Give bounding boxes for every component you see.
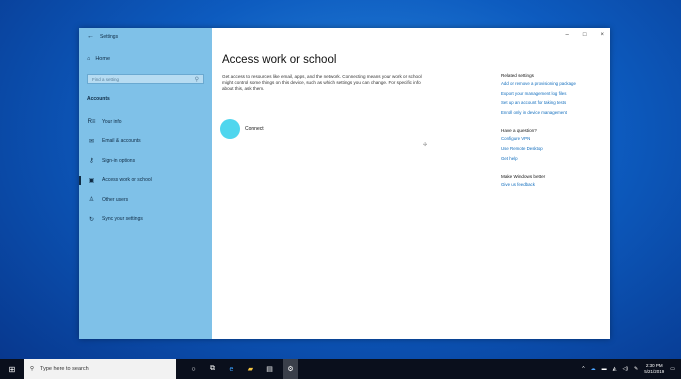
maximize-button[interactable]: □ xyxy=(583,32,587,38)
sidebar-item-other-users[interactable]: ♙ Other users xyxy=(79,190,212,210)
task-view-icon[interactable]: ⧉ xyxy=(207,364,218,375)
pen-icon[interactable]: ✎ xyxy=(634,366,638,372)
sidebar-item-your-info[interactable]: R≡ Your info xyxy=(79,112,212,132)
window-controls: – □ × xyxy=(566,32,604,38)
back-arrow-icon[interactable]: ← xyxy=(87,33,94,40)
settings-gear-icon[interactable]: ⚙ xyxy=(283,359,298,379)
connect-label: Connect xyxy=(245,126,264,132)
link-get-help[interactable]: Get help xyxy=(501,156,606,162)
taskbar-apps: ○ ⧉ e ▰ ▤ ⚙ xyxy=(188,359,298,379)
sync-icon: ↻ xyxy=(88,216,95,223)
link-feedback[interactable]: Give us feedback xyxy=(501,182,606,188)
windows-start-icon[interactable]: ⊞ xyxy=(0,365,24,374)
related-heading: Related settings xyxy=(501,73,534,78)
home-label: Home xyxy=(95,56,110,62)
chevron-up-icon[interactable]: ^ xyxy=(582,366,584,372)
person-card-icon: R≡ xyxy=(87,118,96,125)
page-description: Get access to resources like email, apps… xyxy=(222,74,422,91)
key-icon: ⚷ xyxy=(89,158,94,165)
search-icon: ⚲ xyxy=(30,366,35,372)
sidebar-item-sync-settings[interactable]: ↻ Sync your settings xyxy=(79,210,212,230)
sidebar-item-label: Sign-in options xyxy=(102,157,136,164)
window-title: Settings xyxy=(100,33,119,40)
settings-window: ← Settings ⌂ Home Find a setting ⚲ Accou… xyxy=(79,28,610,339)
link-export-logs[interactable]: Export your management log files xyxy=(501,91,606,97)
battery-icon[interactable]: ▬ xyxy=(602,366,607,372)
volume-icon[interactable]: ◁) xyxy=(623,366,629,372)
clock[interactable]: 2:30 PM 5/21/2019 xyxy=(644,363,664,375)
mouse-cursor-icon: ✢ xyxy=(423,142,428,148)
taskbar-search-placeholder: Type here to search xyxy=(40,366,89,372)
clock-time: 2:30 PM xyxy=(645,363,663,368)
taskbar-search[interactable]: ⚲ Type here to search xyxy=(24,359,176,379)
link-enroll-device[interactable]: Enroll only in device management xyxy=(501,110,606,116)
mail-icon: ✉ xyxy=(88,138,95,145)
question-heading: Have a question? xyxy=(501,128,537,134)
section-heading: Accounts xyxy=(87,96,110,102)
sidebar-item-label: Other users xyxy=(102,196,129,203)
plus-icon xyxy=(220,119,240,139)
person-icon: ♙ xyxy=(88,197,95,204)
link-test-account[interactable]: Set up an account for taking tests xyxy=(501,100,606,106)
sidebar: ← Settings ⌂ Home Find a setting ⚲ Accou… xyxy=(79,28,212,339)
sidebar-item-label: Access work or school xyxy=(102,177,152,184)
network-icon[interactable]: ◭ xyxy=(613,366,617,372)
taskbar: ⊞ ⚲ Type here to search ○ ⧉ e ▰ ▤ ⚙ ^ ☁ … xyxy=(0,359,681,379)
sidebar-item-email-accounts[interactable]: ✉ Email & accounts xyxy=(79,132,212,152)
related-settings-panel: Related settings Add or remove a provisi… xyxy=(501,73,606,192)
sidebar-nav: R≡ Your info ✉ Email & accounts ⚷ Sign-i… xyxy=(79,112,212,229)
titlebar: ← Settings xyxy=(87,33,118,40)
system-tray: ^ ☁ ▬ ◭ ◁) ✎ 2:30 PM 5/21/2019 ▭ xyxy=(582,359,675,379)
sidebar-item-label: Your info xyxy=(102,118,122,125)
close-button[interactable]: × xyxy=(600,32,604,38)
link-configure-vpn[interactable]: Configure VPN xyxy=(501,136,606,142)
connect-button[interactable]: Connect xyxy=(220,119,264,139)
sidebar-item-label: Email & accounts xyxy=(102,138,141,145)
notification-icon[interactable]: ▭ xyxy=(670,366,675,372)
clock-date: 5/21/2019 xyxy=(644,369,665,374)
onedrive-icon[interactable]: ☁ xyxy=(591,366,596,372)
edge-icon[interactable]: e xyxy=(226,364,237,375)
store-icon[interactable]: ▤ xyxy=(264,364,275,375)
sidebar-item-sign-in-options[interactable]: ⚷ Sign-in options xyxy=(79,151,212,171)
better-heading: Make Windows better xyxy=(501,174,546,180)
minimize-button[interactable]: – xyxy=(566,32,569,38)
page-title: Access work or school xyxy=(222,54,337,66)
search-placeholder: Find a setting xyxy=(92,77,120,82)
briefcase-icon: ▣ xyxy=(88,177,95,184)
link-provisioning-package[interactable]: Add or remove a provisioning package xyxy=(501,81,606,87)
file-explorer-icon[interactable]: ▰ xyxy=(245,364,256,375)
sidebar-item-access-work-school[interactable]: ▣ Access work or school xyxy=(79,171,212,191)
sidebar-item-label: Sync your settings xyxy=(102,216,143,223)
link-remote-desktop[interactable]: Use Remote Desktop xyxy=(501,146,606,152)
search-input[interactable]: Find a setting ⚲ xyxy=(87,74,204,84)
search-icon: ⚲ xyxy=(194,77,199,83)
main-content: – □ × Access work or school Get access t… xyxy=(212,28,610,339)
home-link[interactable]: ⌂ Home xyxy=(87,56,110,62)
home-icon: ⌂ xyxy=(87,56,91,62)
cortana-icon[interactable]: ○ xyxy=(188,364,199,375)
